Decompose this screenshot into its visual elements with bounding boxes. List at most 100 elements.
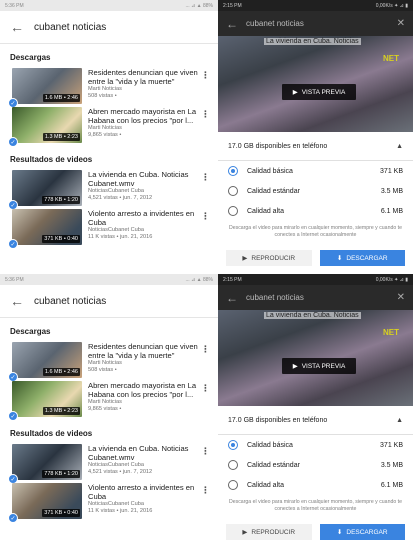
video-title[interactable]: La vivienda en Cuba. Noticias Cubanet.wm… <box>88 444 200 462</box>
more-options-icon[interactable]: ⋮ <box>201 344 210 355</box>
quality-option-high[interactable]: Calidad alta 6.1 MB <box>218 475 413 495</box>
video-stats: 9,865 vistas • <box>88 132 122 139</box>
quality-option-basic[interactable]: Calidad básica 371 KB <box>218 435 413 455</box>
video-stats: 4,521 vistas • jun. 7, 2012 <box>88 469 153 476</box>
section-downloads-heading: Descargas <box>10 53 51 62</box>
play-icon: ▶ <box>242 255 248 262</box>
list-item[interactable]: 371 KB • 0:40 ✓ Violento arresto a invid… <box>0 483 218 523</box>
list-item[interactable]: 1.6 MB • 2:46 ✓ Residentes denuncian que… <box>0 342 218 382</box>
more-options-icon[interactable]: ⋮ <box>201 70 210 81</box>
list-item[interactable]: 1.3 MB • 2:23 ✓ Abren mercado mayorista … <box>0 107 218 147</box>
section-downloads-heading: Descargas <box>10 327 51 336</box>
downloaded-check-icon: ✓ <box>8 137 18 147</box>
download-icon: ⬇ <box>336 529 343 536</box>
play-button[interactable]: ▶ REPRODUCIR <box>226 524 312 540</box>
video-thumbnail[interactable]: 778 KB • 1:20 <box>12 170 82 206</box>
dimmed-app-bar: ← cubanet noticias ✕ <box>218 285 413 310</box>
video-thumbnail[interactable]: 371 KB • 0:40 <box>12 209 82 245</box>
channel-name: Marti Noticias <box>88 86 122 93</box>
download-label: DESCARGAR <box>346 254 388 262</box>
quality-size: 6.1 MB <box>380 481 403 489</box>
quality-label: Calidad estándar <box>247 461 300 469</box>
video-thumbnail[interactable]: 1.6 MB • 2:46 <box>12 342 82 378</box>
download-sheet: 17.0 GB disponibles en teléfono ▲ Calida… <box>218 132 413 269</box>
video-title[interactable]: Violento arresto a invidentes en Cuba <box>88 483 200 501</box>
status-time: 2:15 PM <box>223 2 242 9</box>
more-options-icon[interactable]: ⋮ <box>201 485 210 496</box>
search-query[interactable]: cubanet noticias <box>34 296 106 307</box>
quality-label: Calidad básica <box>247 441 293 449</box>
status-icons: ... ⊿ ▲ 88% <box>185 2 213 9</box>
back-arrow-icon: ← <box>226 16 238 31</box>
quality-option-basic[interactable]: Calidad básica 371 KB <box>218 161 413 181</box>
radio-selected-icon[interactable] <box>228 166 238 176</box>
status-icons: 0,00K/s ✦ ⊿ ▮ <box>375 276 408 283</box>
more-options-icon[interactable]: ⋮ <box>201 446 210 457</box>
list-item[interactable]: 1.6 MB • 2:46 ✓ Residentes denuncian que… <box>0 68 218 108</box>
video-title[interactable]: La vivienda en Cuba. Noticias Cubanet.wm… <box>88 170 200 188</box>
more-options-icon[interactable]: ⋮ <box>201 109 210 120</box>
radio-unselected-icon[interactable] <box>228 206 238 216</box>
status-bar: 2:15 PM 0,00K/s ✦ ⊿ ▮ <box>218 274 413 285</box>
play-button[interactable]: ▶ REPRODUCIR <box>226 250 312 266</box>
more-options-icon[interactable]: ⋮ <box>201 383 210 394</box>
duration-label: 778 KB • 1:20 <box>42 196 80 204</box>
screenshot-top: 5:36 PM ... ⊿ ▲ 88% ← cubanet noticias D… <box>0 0 413 269</box>
list-item[interactable]: 371 KB • 0:40 ✓ Violento arresto a invid… <box>0 209 218 249</box>
preview-button[interactable]: ▶ VISTA PREVIA <box>282 358 356 374</box>
duration-label: 1.3 MB • 2:23 <box>42 407 80 415</box>
radio-unselected-icon[interactable] <box>228 480 238 490</box>
download-sheet: 17.0 GB disponibles en teléfono ▲ Calida… <box>218 406 413 543</box>
back-arrow-icon[interactable]: ← <box>10 293 34 309</box>
chevron-up-icon[interactable]: ▲ <box>396 417 403 424</box>
video-thumbnail[interactable]: 1.3 MB • 2:23 <box>12 107 82 143</box>
storage-text: 17.0 GB disponibles en teléfono <box>228 142 328 150</box>
video-stats: 11 K vistas • jun. 21, 2016 <box>88 234 153 241</box>
quality-option-high[interactable]: Calidad alta 6.1 MB <box>218 201 413 221</box>
video-title[interactable]: Abren mercado mayorista en La Habana con… <box>88 107 200 125</box>
download-button[interactable]: ⬇ DESCARGAR <box>319 250 405 266</box>
search-query[interactable]: cubanet noticias <box>34 22 106 33</box>
quality-size: 3.5 MB <box>380 461 403 469</box>
back-arrow-icon[interactable]: ← <box>10 19 34 35</box>
channel-name: Marti Noticias <box>88 399 122 406</box>
chevron-up-icon[interactable]: ▲ <box>396 143 403 150</box>
play-icon: ▶ <box>292 363 298 370</box>
duration-label: 1.3 MB • 2:23 <box>42 133 80 141</box>
list-item[interactable]: 778 KB • 1:20 ✓ La vivienda en Cuba. Not… <box>0 170 218 210</box>
quality-size: 371 KB <box>380 167 403 175</box>
channel-name: NoticiasCubanet Cuba <box>88 227 144 234</box>
play-icon: ▶ <box>292 89 298 96</box>
search-app-bar: ← cubanet noticias <box>0 285 218 318</box>
quality-option-standard[interactable]: Calidad estándar 3.5 MB <box>218 181 413 201</box>
preview-button[interactable]: ▶ VISTA PREVIA <box>282 84 356 100</box>
channel-name: NoticiasCubanet Cuba <box>88 188 144 195</box>
preview-label: VISTA PREVIA <box>301 88 346 96</box>
storage-selector[interactable]: 17.0 GB disponibles en teléfono ▲ <box>218 132 413 161</box>
downloaded-check-icon: ✓ <box>8 239 18 249</box>
search-results-pane: 5:36 PM ... ⊿ ▲ 88% ← cubanet noticias D… <box>0 274 218 543</box>
download-label: DESCARGAR <box>346 528 388 536</box>
video-thumbnail[interactable]: 1.6 MB • 2:46 <box>12 68 82 104</box>
list-item[interactable]: 1.3 MB • 2:23 ✓ Abren mercado mayorista … <box>0 381 218 421</box>
video-title[interactable]: Residentes denuncian que viven entre la … <box>88 68 200 86</box>
video-thumbnail[interactable]: 1.3 MB • 2:23 <box>12 381 82 417</box>
video-title[interactable]: Abren mercado mayorista en La Habana con… <box>88 381 200 399</box>
quality-size: 3.5 MB <box>380 187 403 195</box>
video-thumbnail[interactable]: 371 KB • 0:40 <box>12 483 82 519</box>
more-options-icon[interactable]: ⋮ <box>201 211 210 222</box>
download-button[interactable]: ⬇ DESCARGAR <box>319 524 405 540</box>
radio-unselected-icon[interactable] <box>228 460 238 470</box>
radio-selected-icon[interactable] <box>228 440 238 450</box>
more-options-icon[interactable]: ⋮ <box>201 172 210 183</box>
radio-unselected-icon[interactable] <box>228 186 238 196</box>
video-title[interactable]: Violento arresto a invidentes en Cuba <box>88 209 200 227</box>
quality-option-standard[interactable]: Calidad estándar 3.5 MB <box>218 455 413 475</box>
storage-selector[interactable]: 17.0 GB disponibles en teléfono ▲ <box>218 406 413 435</box>
video-thumbnail[interactable]: 778 KB • 1:20 <box>12 444 82 480</box>
download-dialog-pane: 2:15 PM 0,00K/s ✦ ⊿ ▮ ← cubanet noticias… <box>218 0 413 269</box>
video-title[interactable]: Residentes denuncian que viven entre la … <box>88 342 200 360</box>
list-item[interactable]: 778 KB • 1:20 ✓ La vivienda en Cuba. Not… <box>0 444 218 484</box>
dimmed-title: cubanet noticias <box>246 293 304 302</box>
section-results-heading: Resultados de videos <box>10 429 93 438</box>
